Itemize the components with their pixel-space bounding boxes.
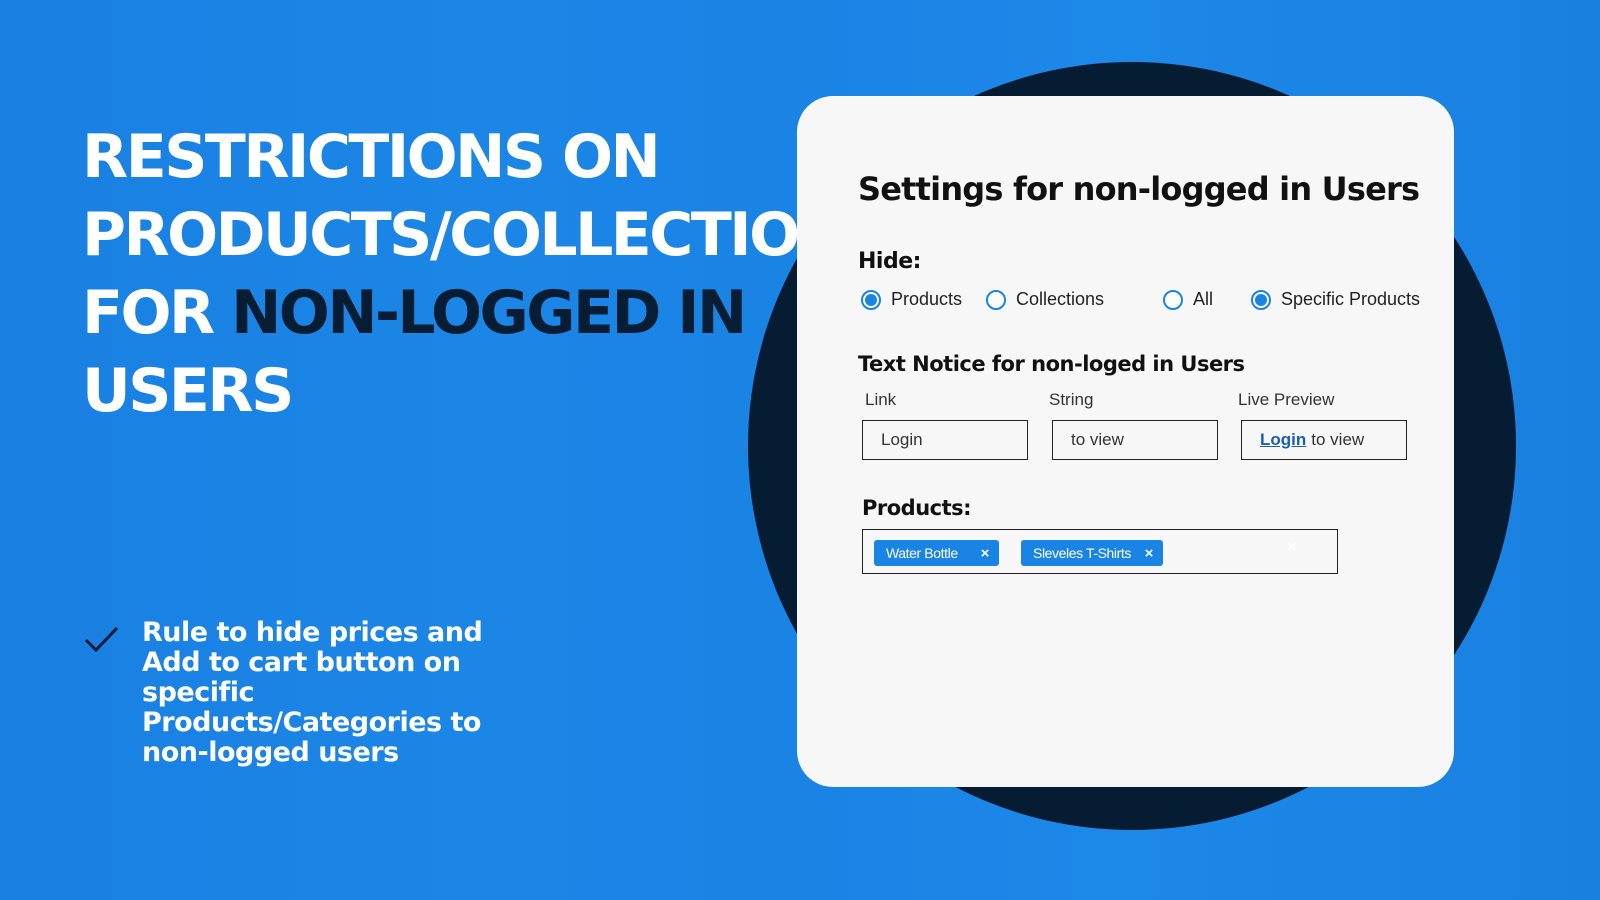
remove-tag-icon[interactable]: × (1145, 545, 1154, 562)
check-icon (84, 626, 119, 653)
radio-all[interactable]: All (1163, 289, 1213, 310)
link-label: Link (865, 390, 897, 409)
remove-tag-icon[interactable]: × (981, 545, 990, 562)
radio-label: Products (891, 289, 963, 309)
radio-specific-products[interactable]: Specific Products (1251, 289, 1420, 310)
radio-unselected-icon (986, 289, 1006, 310)
preview-login-link[interactable]: Login (1260, 430, 1306, 450)
headline-line-1: RESTRICTIONS ON (82, 122, 661, 192)
headline-highlight: NON-LOGGED IN (231, 278, 747, 348)
products-label: Products: (862, 496, 972, 520)
live-preview-box: Login to view (1241, 420, 1407, 460)
preview-text: to view (1311, 430, 1365, 449)
radio-selected-icon (861, 289, 881, 310)
string-label: String (1049, 390, 1094, 409)
product-tag: Sleveles T-Shirts × (1021, 540, 1163, 566)
feature-text: Rule to hide prices and Add to cart butt… (142, 617, 483, 768)
product-tag: Water Bottle × (874, 540, 999, 566)
radio-label: All (1193, 289, 1214, 309)
radio-collections[interactable]: Collections (986, 289, 1104, 310)
radio-unselected-icon (1163, 289, 1183, 310)
radio-selected-icon (1251, 289, 1271, 310)
product-tag-label: Sleveles T-Shirts (1033, 545, 1131, 561)
string-input[interactable]: to view (1052, 420, 1218, 460)
products-multiselect[interactable]: Water Bottle × Sleveles T-Shirts × × (862, 529, 1338, 574)
feature-item: Rule to hide prices and Add to cart butt… (84, 618, 522, 768)
link-input[interactable]: Login (862, 420, 1028, 460)
radio-label: Specific Products (1281, 289, 1421, 309)
notice-title: Text Notice for non-loged in Users (858, 352, 1245, 376)
clear-all-icon[interactable]: × (1287, 539, 1296, 557)
settings-title: Settings for non-logged in Users (858, 170, 1420, 208)
product-tag-label: Water Bottle (886, 545, 958, 561)
link-input-value: Login (881, 430, 923, 449)
settings-card: Settings for non-logged in Users Hide: P… (797, 96, 1454, 787)
headline-prefix: FOR (82, 278, 232, 348)
hide-label: Hide: (858, 249, 921, 274)
radio-products[interactable]: Products (861, 289, 962, 310)
string-input-value: to view (1071, 430, 1124, 449)
preview-label: Live Preview (1238, 390, 1335, 409)
radio-label: Collections (1016, 289, 1105, 309)
headline-line-2: PRODUCTS/COLLECTIONS (82, 200, 889, 270)
